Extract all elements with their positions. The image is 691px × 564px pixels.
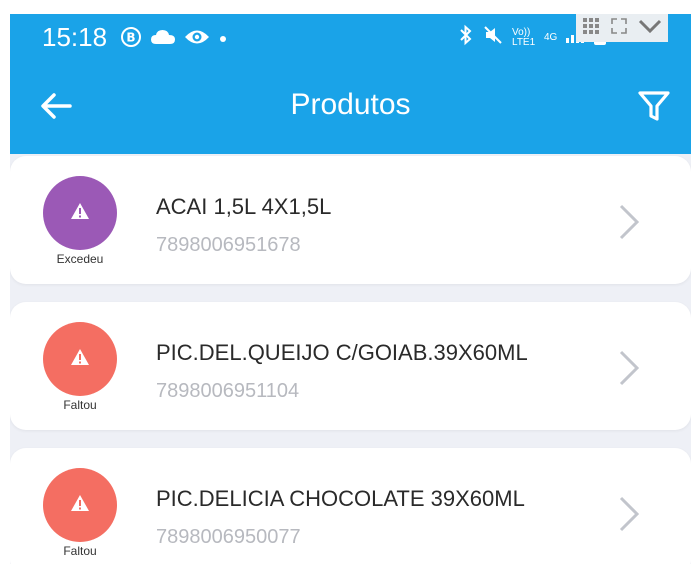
status-time: 15:18 (42, 22, 108, 52)
cloud-icon (150, 28, 176, 51)
product-card[interactable]: Faltou PIC.DEL.QUEIJO C/GOIAB.39X60ML 78… (10, 302, 691, 430)
bluetooth-icon (458, 24, 474, 51)
dot-icon (218, 31, 228, 49)
app-header: 15:18 B Vo)) LTE1 4G Produtos (10, 14, 691, 154)
product-name: PIC.DEL.QUEIJO C/GOIAB.39X60ML (156, 340, 528, 365)
status-label: Faltou (63, 398, 97, 412)
status-badge (43, 322, 117, 396)
chevron-right-icon[interactable] (616, 202, 642, 242)
status-bar: 15:18 B Vo)) LTE1 4G (10, 14, 691, 64)
mute-icon (482, 24, 504, 51)
product-card[interactable]: Faltou PIC.DELICIA CHOCOLATE 39X60ML 789… (10, 448, 691, 564)
chevron-right-icon[interactable] (616, 348, 642, 388)
volte-icon: Vo)) LTE1 (512, 26, 536, 48)
warning-icon (69, 347, 91, 372)
product-barcode: 7898006951678 (156, 234, 301, 256)
warning-icon (69, 201, 91, 226)
status-label: Faltou (63, 544, 97, 558)
product-barcode: 7898006950077 (156, 526, 301, 548)
filter-icon[interactable] (636, 88, 672, 124)
grid-icon[interactable] (582, 17, 600, 40)
chevron-right-icon[interactable] (616, 494, 642, 534)
chevron-down-icon[interactable] (638, 18, 662, 39)
screenshot-overlay[interactable] (576, 14, 668, 42)
status-left-icons: B (120, 26, 228, 53)
product-card[interactable]: Excedeu ACAI 1,5L 4X1,5L 7898006951678 (10, 156, 691, 284)
status-label: Excedeu (56, 252, 104, 266)
b-badge-icon: B (120, 26, 142, 53)
product-name: PIC.DELICIA CHOCOLATE 39X60ML (156, 486, 525, 511)
toolbar: Produtos (10, 72, 691, 138)
product-barcode: 7898006951104 (156, 380, 300, 402)
page-title: Produtos (290, 88, 411, 121)
status-badge (43, 176, 117, 250)
eye-icon (184, 28, 210, 51)
warning-icon (69, 493, 91, 518)
app-screen: 15:18 B Vo)) LTE1 4G Produtos Excedeu AC… (10, 14, 691, 564)
svg-text:B: B (126, 31, 135, 45)
status-badge (43, 468, 117, 542)
expand-icon[interactable] (610, 17, 628, 40)
product-name: ACAI 1,5L 4X1,5L (156, 194, 332, 219)
4g-icon: 4G (544, 31, 558, 43)
